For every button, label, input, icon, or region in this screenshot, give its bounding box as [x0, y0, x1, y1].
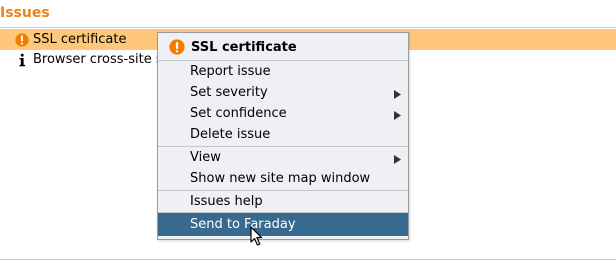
- menu-item-label: Show new site map window: [190, 171, 371, 186]
- menu-item-delete-issue[interactable]: Delete issue: [158, 124, 408, 145]
- menu-item-view[interactable]: View: [158, 147, 408, 168]
- menu-item-set-confidence[interactable]: Set confidence: [158, 103, 408, 124]
- issue-label: SSL certificate: [33, 32, 127, 47]
- info-icon: [15, 53, 29, 67]
- menu-item-set-severity[interactable]: Set severity: [158, 82, 408, 103]
- bottom-divider: [0, 259, 616, 260]
- menu-item-show-new-site-map-window[interactable]: Show new site map window: [158, 168, 408, 189]
- context-menu-header: SSL certificate: [158, 36, 408, 58]
- menu-item-label: View: [190, 150, 221, 165]
- menu-item-label: Set severity: [190, 85, 268, 100]
- submenu-arrow-icon: [394, 109, 401, 124]
- warning-circle-icon: [169, 39, 185, 55]
- context-menu: SSL certificate Report issue Set severit…: [157, 32, 409, 240]
- menu-item-label: Report issue: [190, 64, 271, 79]
- warning-circle-icon: [15, 32, 29, 47]
- context-menu-header-label: SSL certificate: [191, 39, 297, 55]
- submenu-arrow-icon: [394, 153, 401, 168]
- menu-item-send-to-faraday[interactable]: Send to Faraday: [158, 213, 408, 236]
- menu-item-label: Issues help: [190, 194, 263, 209]
- mouse-cursor-icon: [250, 226, 263, 250]
- menu-item-label: Send to Faraday: [190, 217, 296, 232]
- title-divider: [0, 27, 616, 28]
- menu-item-report-issue[interactable]: Report issue: [158, 61, 408, 82]
- menu-item-label: Delete issue: [190, 127, 271, 142]
- issues-panel-title: Issues: [0, 5, 50, 21]
- menu-item-issues-help[interactable]: Issues help: [158, 191, 408, 212]
- menu-item-label: Set confidence: [190, 106, 287, 121]
- submenu-arrow-icon: [394, 88, 401, 103]
